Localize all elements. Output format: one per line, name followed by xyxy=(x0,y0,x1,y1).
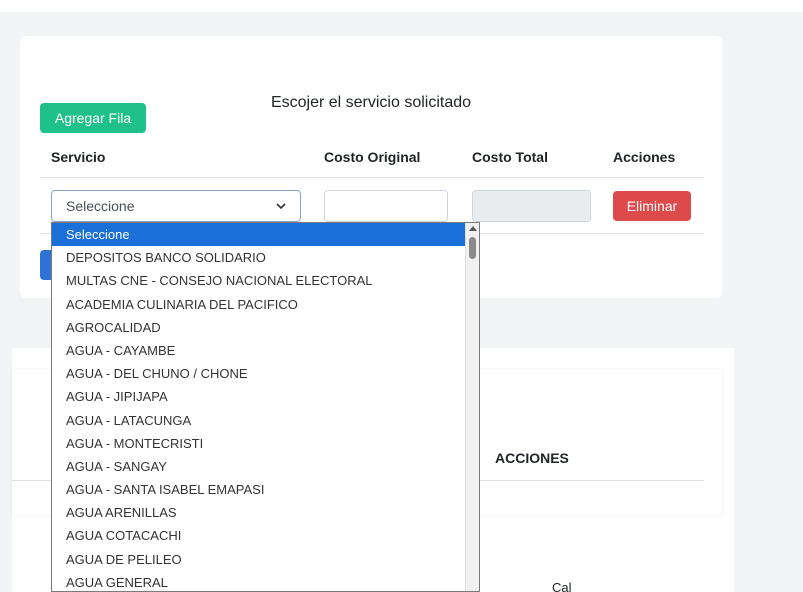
dropdown-option[interactable]: Seleccione xyxy=(52,223,479,247)
service-select[interactable]: Seleccione xyxy=(51,190,301,222)
dropdown-option[interactable]: AGUA - SANGAY xyxy=(52,455,479,478)
costo-total-input xyxy=(472,190,591,222)
dropdown-option[interactable]: AGUA ARENILLAS xyxy=(52,501,479,524)
service-select-value: Seleccione xyxy=(66,198,135,214)
costo-original-input[interactable] xyxy=(324,190,448,222)
dropdown-option[interactable]: AGUA DE PELILEO xyxy=(52,548,479,571)
add-row-button[interactable]: Agregar Fila xyxy=(40,103,146,133)
lower-table-acciones-header: ACCIONES xyxy=(495,450,569,466)
scrollbar-thumb[interactable] xyxy=(469,237,476,259)
column-header-costo-total: Costo Total xyxy=(472,149,548,165)
delete-row-button[interactable]: Eliminar xyxy=(613,191,691,221)
dropdown-option[interactable]: MULTAS CNE - CONSEJO NACIONAL ELECTORAL xyxy=(52,269,479,292)
dropdown-option[interactable]: AGUA - JIPIJAPA xyxy=(52,385,479,408)
chevron-down-icon xyxy=(276,203,286,210)
dropdown-option[interactable]: AGUA - LATACUNGA xyxy=(52,409,479,432)
top-bar xyxy=(0,0,803,12)
lower-partial-text: Cal xyxy=(552,580,572,592)
column-header-servicio: Servicio xyxy=(51,149,106,165)
header-divider xyxy=(40,177,704,178)
dropdown-option[interactable]: AGUA GENERAL xyxy=(52,571,479,591)
scroll-up-arrow-icon[interactable] xyxy=(469,226,477,231)
dropdown-scrollbar[interactable] xyxy=(465,223,479,591)
service-dropdown-list[interactable]: Seleccione DEPOSITOS BANCO SOLIDARIO MULTA… xyxy=(51,222,480,592)
dropdown-option[interactable]: AGUA - DEL CHUNO / CHONE xyxy=(52,362,479,385)
dropdown-option[interactable]: AGUA - SANTA ISABEL EMAPASI xyxy=(52,478,479,501)
column-header-acciones: Acciones xyxy=(613,149,676,165)
dropdown-option[interactable]: AGUA - MONTECRISTI xyxy=(52,432,479,455)
dropdown-options: Seleccione DEPOSITOS BANCO SOLIDARIO MULTA… xyxy=(52,223,479,591)
dropdown-option[interactable]: AGUA COTACACHI xyxy=(52,524,479,547)
dropdown-option[interactable]: AGUA - CAYAMBE xyxy=(52,339,479,362)
dropdown-option[interactable]: DEPOSITOS BANCO SOLIDARIO xyxy=(52,246,479,269)
dropdown-option[interactable]: ACADEMIA CULINARIA DEL PACIFICO xyxy=(52,293,479,316)
column-header-costo-original: Costo Original xyxy=(324,149,421,165)
dropdown-option[interactable]: AGROCALIDAD xyxy=(52,316,479,339)
